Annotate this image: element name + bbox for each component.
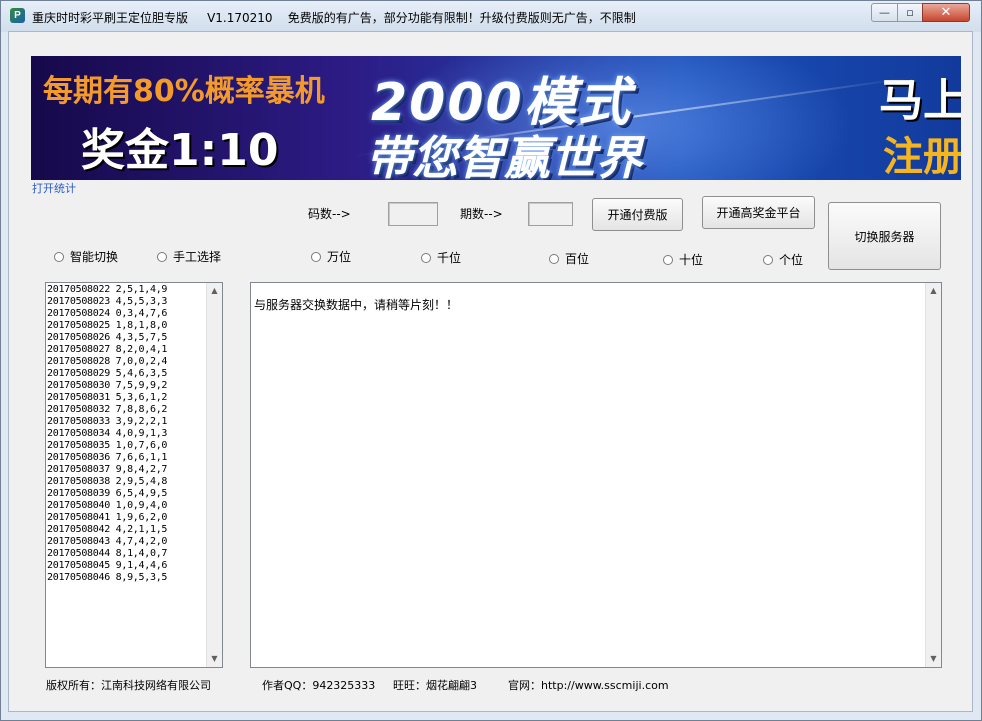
- switch-server-button[interactable]: 切换服务器: [828, 202, 941, 270]
- scroll-up-icon[interactable]: ▲: [926, 283, 941, 299]
- list-item[interactable]: 20170508024 0,3,4,7,6: [47, 308, 222, 320]
- list-item[interactable]: 20170508037 9,8,4,2,7: [47, 464, 222, 476]
- list-item[interactable]: 20170508033 3,9,2,2,1: [47, 416, 222, 428]
- list-item[interactable]: 20170508044 8,1,4,0,7: [47, 548, 222, 560]
- ad-banner[interactable]: 每期有80%概率暴机 奖金1:10 2000模式 带您智赢世界 马上 注册: [31, 56, 961, 180]
- mode-radio-manual[interactable]: 手工选择: [157, 248, 221, 265]
- position-radio-qian[interactable]: 千位: [421, 249, 461, 266]
- list-item[interactable]: 20170508028 7,0,0,2,4: [47, 356, 222, 368]
- list-item[interactable]: 20170508043 4,7,4,2,0: [47, 536, 222, 548]
- list-item[interactable]: 20170508038 2,9,5,4,8: [47, 476, 222, 488]
- mode-radio-smart[interactable]: 智能切换: [54, 248, 118, 265]
- list-item[interactable]: 20170508026 4,3,5,7,5: [47, 332, 222, 344]
- banner-subline: 带您智赢世界: [366, 131, 642, 180]
- radio-label: 百位: [565, 252, 590, 266]
- author-qq-text: 作者QQ：942325333: [262, 679, 376, 692]
- maximize-icon: ▫: [906, 6, 914, 19]
- list-item[interactable]: 20170508035 1,0,7,6,0: [47, 440, 222, 452]
- app-icon: P: [10, 8, 25, 23]
- wangwang-text: 旺旺：烟花翩翩3: [393, 679, 477, 692]
- list-item[interactable]: 20170508036 7,6,6,1,1: [47, 452, 222, 464]
- minimize-icon: —: [879, 6, 890, 19]
- minimize-button[interactable]: —: [871, 3, 898, 22]
- position-radio-shi[interactable]: 十位: [663, 251, 703, 268]
- radio-label: 手工选择: [173, 250, 222, 264]
- close-icon: ✕: [940, 5, 952, 20]
- list-item[interactable]: 20170508023 4,5,5,3,3: [47, 296, 222, 308]
- code-field[interactable]: [388, 202, 438, 226]
- title-bar[interactable]: P 重庆时时彩平刷王定位胆专版 V1.170210 免费版的有广告，部分功能有限…: [1, 1, 981, 32]
- history-list[interactable]: 20170508022 2,5,1,4,9 20170508023 4,5,5,…: [45, 282, 223, 668]
- stats-link[interactable]: 打开统计: [32, 180, 76, 196]
- radio-dot: [421, 252, 431, 263]
- list-item[interactable]: 20170508041 1,9,6,2,0: [47, 512, 222, 524]
- radio-label: 十位: [679, 253, 704, 267]
- paid-version-button[interactable]: 开通付费版: [592, 198, 683, 231]
- list-item[interactable]: 20170508030 7,5,9,9,2: [47, 380, 222, 392]
- period-label: 期数-->: [460, 207, 503, 221]
- list-item[interactable]: 20170508022 2,5,1,4,9: [47, 284, 222, 296]
- message-area[interactable]: 与服务器交换数据中，请稍等片刻！！ ▲ ▼: [250, 282, 942, 668]
- scroll-down-icon[interactable]: ▼: [926, 651, 941, 667]
- high-bonus-platform-button[interactable]: 开通高奖金平台: [702, 196, 815, 229]
- radio-dot: [157, 251, 167, 262]
- list-item[interactable]: 20170508039 6,5,4,9,5: [47, 488, 222, 500]
- website-text[interactable]: 官网：http://www.sscmiji.com: [508, 677, 669, 693]
- code-label: 码数-->: [308, 207, 351, 221]
- radio-dot: [311, 251, 321, 262]
- radio-label: 千位: [437, 251, 462, 265]
- history-scrollbar[interactable]: ▲ ▼: [206, 283, 222, 667]
- position-radio-ge[interactable]: 个位: [763, 251, 803, 268]
- list-item[interactable]: 20170508027 8,2,0,4,1: [47, 344, 222, 356]
- banner-bonus-text: 奖金1:10: [81, 125, 279, 176]
- radio-label: 个位: [779, 253, 804, 267]
- banner-right-top: 马上: [879, 75, 961, 126]
- radio-label: 智能切换: [70, 250, 119, 264]
- radio-label: 万位: [327, 250, 352, 264]
- banner-right-bottom: 注册: [883, 134, 961, 180]
- close-button[interactable]: ✕: [922, 3, 970, 22]
- position-radio-wan[interactable]: 万位: [311, 248, 351, 265]
- status-message: 与服务器交换数据中，请稍等片刻！！: [254, 298, 459, 312]
- period-field[interactable]: [528, 202, 573, 226]
- window-title: 重庆时时彩平刷王定位胆专版 V1.170210 免费版的有广告，部分功能有限制！…: [32, 11, 636, 25]
- list-item[interactable]: 20170508031 5,3,6,1,2: [47, 392, 222, 404]
- message-scrollbar[interactable]: ▲ ▼: [925, 283, 941, 667]
- list-item[interactable]: 20170508042 4,2,1,1,5: [47, 524, 222, 536]
- radio-dot: [763, 254, 773, 265]
- radio-dot: [54, 251, 64, 262]
- list-item[interactable]: 20170508032 7,8,8,6,2: [47, 404, 222, 416]
- radio-dot: [663, 254, 673, 265]
- scroll-up-icon[interactable]: ▲: [207, 283, 222, 299]
- banner-probability-text: 每期有80%概率暴机: [43, 74, 325, 109]
- scroll-down-icon[interactable]: ▼: [207, 651, 222, 667]
- position-radio-bai[interactable]: 百位: [549, 250, 589, 267]
- list-item[interactable]: 20170508025 1,8,1,8,0: [47, 320, 222, 332]
- list-item[interactable]: 20170508045 9,1,4,4,6: [47, 560, 222, 572]
- list-item[interactable]: 20170508034 4,0,9,1,3: [47, 428, 222, 440]
- radio-dot: [549, 253, 559, 264]
- list-item[interactable]: 20170508029 5,4,6,3,5: [47, 368, 222, 380]
- maximize-button[interactable]: ▫: [897, 3, 923, 22]
- list-item[interactable]: 20170508046 8,9,5,3,5: [47, 572, 222, 584]
- copyright-text: 版权所有：江南科技网络有限公司: [46, 679, 211, 692]
- list-item[interactable]: 20170508040 1,0,9,4,0: [47, 500, 222, 512]
